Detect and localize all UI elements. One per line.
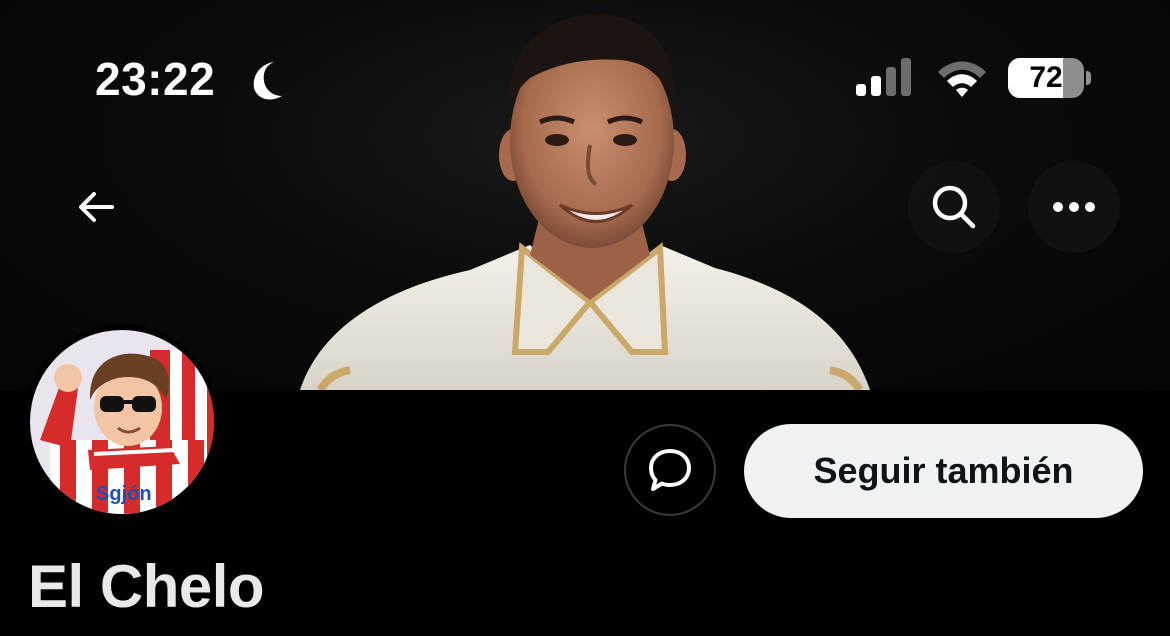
avatar-image: ORTING Sgjón (30, 330, 214, 514)
follow-back-button[interactable]: Seguir también (744, 424, 1143, 518)
display-name: El Chelo (28, 553, 265, 620)
avatar-text: Sgjón (96, 483, 152, 505)
battery-level-text: 72 (1029, 61, 1063, 94)
cellular-signal-icon (856, 58, 911, 96)
search-icon (932, 185, 976, 229)
status-bar-time: 23:22 (95, 53, 216, 105)
ellipsis-icon (1053, 202, 1095, 212)
arrow-left-icon (79, 192, 114, 222)
battery-indicator: 72 (1008, 58, 1091, 98)
back-button[interactable] (50, 161, 142, 253)
moon-icon (253, 62, 282, 100)
search-button[interactable] (908, 161, 1000, 253)
more-options-button[interactable] (1028, 161, 1120, 253)
avatar[interactable]: ORTING Sgjón (24, 324, 220, 520)
message-bubble-icon (649, 449, 691, 491)
wifi-icon (938, 61, 986, 97)
message-button[interactable] (624, 424, 716, 516)
